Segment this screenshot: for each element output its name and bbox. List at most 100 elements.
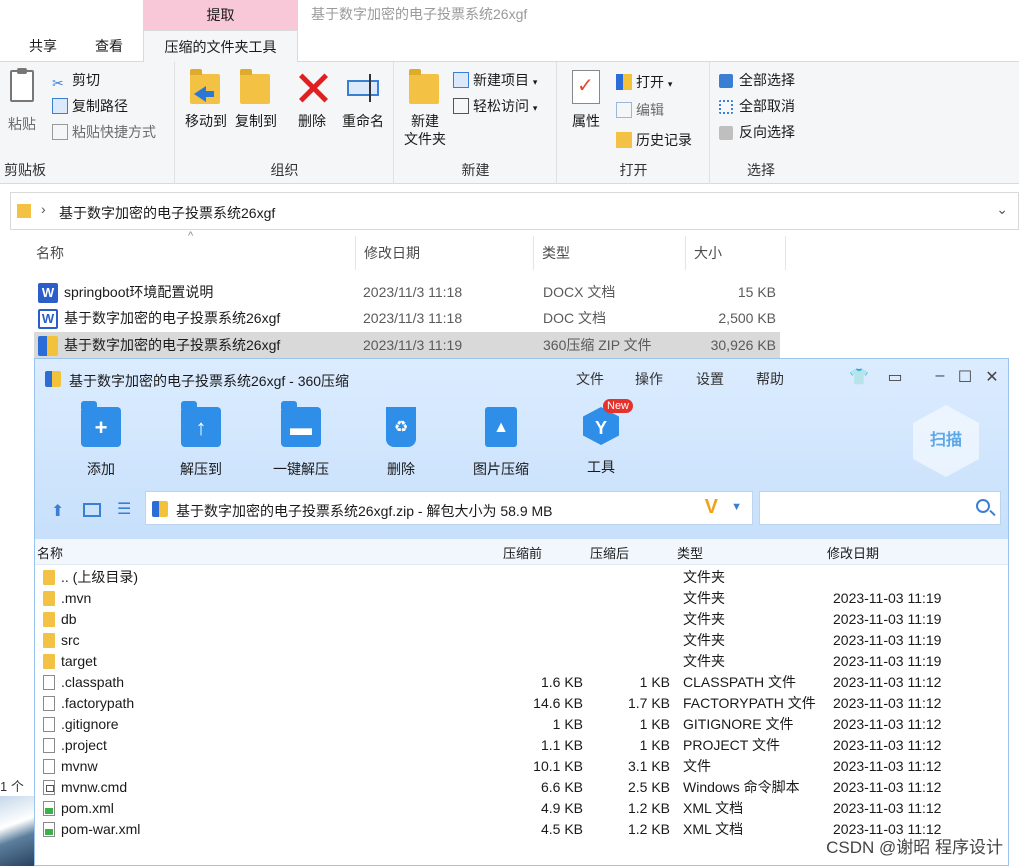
edit-button[interactable]: 编辑 xyxy=(616,98,664,122)
tool-image-compress-button[interactable]: ▲ 图片压缩 xyxy=(459,407,543,479)
cut-button[interactable]: ✂ 剪切 xyxy=(52,68,100,92)
tool-delete-button[interactable]: ♻ 删除 xyxy=(359,407,443,479)
tool-one-click-extract-button[interactable]: ▬ 一键解压 xyxy=(259,401,343,479)
column-name[interactable]: 名称 xyxy=(28,236,356,270)
delete-button[interactable]: 删除 xyxy=(292,68,332,130)
chevron-right-icon[interactable]: › xyxy=(41,201,46,217)
archive-row[interactable]: target 文件夹 2023-11-03 11:19 xyxy=(35,651,1008,672)
column-type[interactable]: 类型 xyxy=(677,543,703,562)
column-modified[interactable]: 修改日期 xyxy=(827,543,879,562)
file-date: 2023/11/3 11:19 xyxy=(363,337,463,353)
view-thumbnail-icon[interactable] xyxy=(83,503,101,517)
extract-to-icon: ↑ xyxy=(181,401,221,447)
archive-row[interactable]: .mvn 文件夹 2023-11-03 11:19 xyxy=(35,588,1008,609)
maximize-icon[interactable]: ☐ xyxy=(955,367,975,387)
entry-type: 文件夹 xyxy=(683,611,725,627)
invert-selection-button[interactable]: 反向选择 xyxy=(719,120,795,144)
archive-row[interactable]: mvnw 10.1 KB 3.1 KB 文件 2023-11-03 11:12 xyxy=(35,756,1008,777)
tool-extract-to-button[interactable]: ↑ 解压到 xyxy=(159,401,243,479)
archive-path-bar[interactable]: 基于数字加密的电子投票系统26xgf.zip - 解包大小为 58.9 MB V… xyxy=(145,491,753,525)
entry-date: 2023-11-03 11:19 xyxy=(833,632,942,648)
archive-row[interactable]: pom.xml 4.9 KB 1.2 KB XML 文档 2023-11-03 11:1… xyxy=(35,798,1008,819)
archive-row[interactable]: .project 1.1 KB 1 KB PROJECT 文件 2023-11-03 1… xyxy=(35,735,1008,756)
entry-type: Windows 命令脚本 xyxy=(683,779,800,795)
file-name: 基于数字加密的电子投票系统26xgf xyxy=(64,310,281,326)
menu-help[interactable]: 帮助 xyxy=(756,369,784,389)
skin-shirt-icon[interactable]: 👕 xyxy=(849,367,869,387)
new-item-button[interactable]: 新建项目 ▾ xyxy=(453,68,537,92)
up-arrow-icon[interactable]: ⬆ xyxy=(51,501,64,521)
column-size[interactable]: 大小 xyxy=(686,236,786,270)
select-none-icon xyxy=(719,97,735,114)
column-type[interactable]: 类型 xyxy=(534,236,686,270)
entry-date: 2023-11-03 11:19 xyxy=(833,611,942,627)
invert-selection-icon xyxy=(719,123,735,140)
address-bar[interactable]: › 基于数字加密的电子投票系统26xgf ⌄ xyxy=(10,192,1019,230)
archive-row[interactable]: .classpath 1.6 KB 1 KB CLASSPATH 文件 2023-11-… xyxy=(35,672,1008,693)
file-row-selected[interactable]: 基于数字加密的电子投票系统26xgf 2023/11/3 11:19 360压缩… xyxy=(34,332,780,358)
ribbon-group-new: 新建 文件夹 新建项目 ▾ 轻松访问 ▾ 新建 xyxy=(395,62,557,184)
archive-row[interactable]: src 文件夹 2023-11-03 11:19 xyxy=(35,630,1008,651)
tool-tools-button[interactable]: Y 工具 xyxy=(559,407,643,477)
entry-date: 2023-11-03 11:19 xyxy=(833,590,942,606)
easy-access-button[interactable]: 轻松访问 ▾ xyxy=(453,94,537,118)
entry-name: mvnw xyxy=(61,758,98,774)
minimize-icon[interactable]: – xyxy=(930,367,950,385)
new-folder-button[interactable]: 新建 文件夹 xyxy=(399,68,451,148)
archive-search-input[interactable] xyxy=(759,491,1001,525)
menu-settings[interactable]: 设置 xyxy=(696,369,724,389)
file-icon xyxy=(43,717,55,732)
menu-operate[interactable]: 操作 xyxy=(635,369,663,389)
file-row[interactable]: W 基于数字加密的电子投票系统26xgf 2023/11/3 11:18 DOC… xyxy=(34,305,780,331)
tool-add-button[interactable]: + 添加 xyxy=(59,401,143,479)
tool-add-label: 添加 xyxy=(87,461,115,477)
easy-access-dropdown-icon: ▾ xyxy=(532,103,538,113)
archive-row[interactable]: .. (上级目录) 文件夹 xyxy=(35,567,1008,588)
menu-file[interactable]: 文件 xyxy=(576,369,604,389)
copy-path-button[interactable]: 复制路径 xyxy=(52,94,128,118)
paste-button[interactable]: 粘贴 xyxy=(2,68,42,136)
close-icon[interactable]: ✕ xyxy=(982,367,1002,387)
tab-view[interactable]: 查看 xyxy=(80,30,138,62)
tab-compressed-folder-tools[interactable]: 压缩的文件夹工具 xyxy=(143,30,298,63)
feedback-icon[interactable]: ▭ xyxy=(885,367,905,387)
column-date[interactable]: 修改日期 xyxy=(356,236,534,270)
chevron-down-icon[interactable]: ⌄ xyxy=(996,201,1008,218)
open-button[interactable]: 打开 ▾ xyxy=(616,70,672,94)
file-name: springboot环境配置说明 xyxy=(64,284,214,300)
rename-button[interactable]: 重命名 xyxy=(338,68,388,130)
size-after: 1.2 KB xyxy=(627,800,670,816)
tab-share[interactable]: 共享 xyxy=(14,30,72,62)
move-to-button[interactable]: 移动到 xyxy=(180,68,232,130)
file-row[interactable]: W springboot环境配置说明 2023/11/3 11:18 DOCX … xyxy=(34,279,780,305)
paste-shortcut-icon xyxy=(52,124,68,140)
scan-button[interactable]: 扫描 xyxy=(913,405,979,477)
archive-row[interactable]: db 文件夹 2023-11-03 11:19 xyxy=(35,609,1008,630)
tool-extract-to-label: 解压到 xyxy=(180,461,222,477)
archive-row[interactable]: mvnw.cmd 6.6 KB 2.5 KB Windows 命令脚本 2023-11-… xyxy=(35,777,1008,798)
column-name[interactable]: 名称 xyxy=(37,543,63,562)
archive-row[interactable]: .factorypath 14.6 KB 1.7 KB FACTORYPATH 文件 2… xyxy=(35,693,1008,714)
entry-type: CLASSPATH 文件 xyxy=(683,674,797,690)
file-date: 2023/11/3 11:18 xyxy=(363,284,463,300)
entry-type: XML 文档 xyxy=(683,800,744,816)
search-icon[interactable] xyxy=(976,499,990,513)
column-before[interactable]: 压缩前 xyxy=(503,543,542,562)
new-folder-label-line1: 新建 xyxy=(411,113,439,129)
path-dropdown-icon[interactable]: ▼ xyxy=(731,501,742,513)
select-all-button[interactable]: 全部选择 xyxy=(719,68,795,92)
address-path[interactable]: 基于数字加密的电子投票系统26xgf xyxy=(59,203,275,223)
folder-icon xyxy=(43,654,55,669)
xml-file-icon xyxy=(43,822,55,837)
properties-button[interactable]: 属性 xyxy=(564,68,608,130)
copy-to-button[interactable]: 复制到 xyxy=(230,68,282,130)
paste-shortcut-button[interactable]: 粘贴快捷方式 xyxy=(52,120,156,144)
archiver-toolbar-area: 基于数字加密的电子投票系统26xgf - 360压缩 文件 操作 设置 帮助 👕… xyxy=(35,359,1008,539)
view-list-icon[interactable]: ☰ xyxy=(117,499,131,519)
select-none-button[interactable]: 全部取消 xyxy=(719,94,795,118)
archive-row[interactable]: .gitignore 1 KB 1 KB GITIGNORE 文件 2023-11-03… xyxy=(35,714,1008,735)
history-button[interactable]: 历史记录 xyxy=(616,128,692,152)
column-after[interactable]: 压缩后 xyxy=(590,543,629,562)
v-logo-icon[interactable]: V xyxy=(705,496,718,519)
new-folder-icon xyxy=(407,68,443,108)
